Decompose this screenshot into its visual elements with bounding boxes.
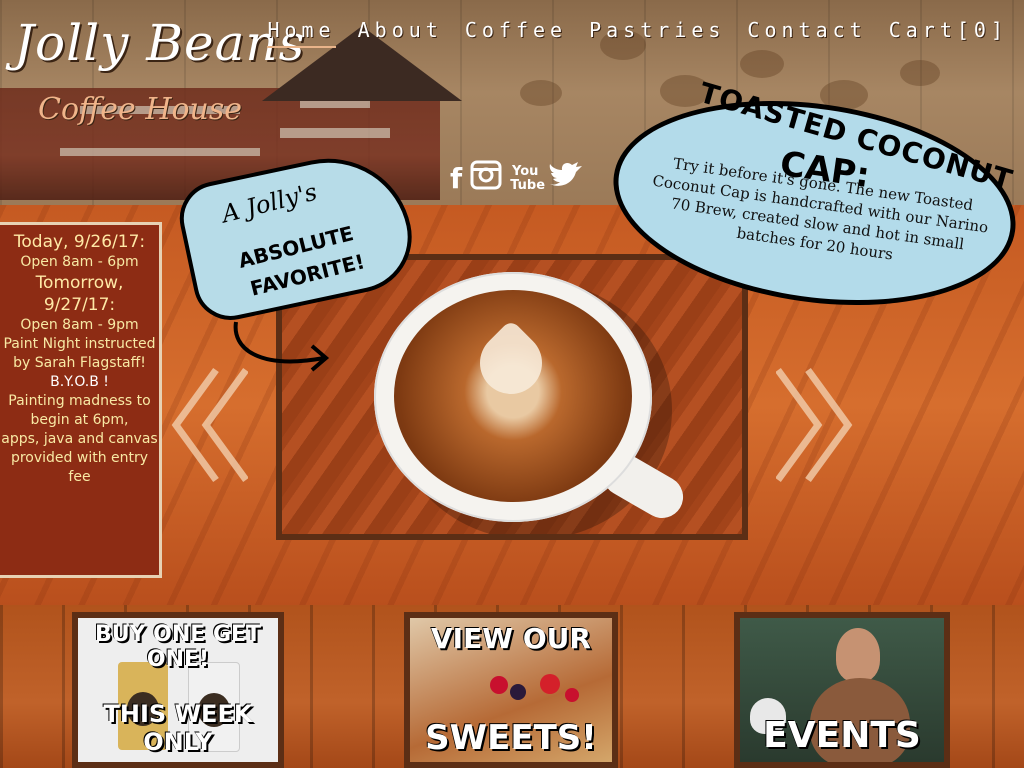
facebook-icon[interactable]: f <box>450 162 462 195</box>
social-links: f You Tube <box>450 160 584 197</box>
carousel-next-button[interactable] <box>775 360 856 490</box>
coffee-bean-decoration <box>740 50 784 78</box>
chevron-right-icon <box>775 367 853 483</box>
nav-home[interactable]: Home <box>267 18 336 48</box>
coffee-bean-decoration <box>900 60 940 86</box>
carousel-prev-button[interactable] <box>168 360 249 490</box>
promo-events-tile[interactable]: EVENTS <box>734 612 950 768</box>
brand-logo-subtitle: Coffee House <box>38 92 243 127</box>
event-line: by Sarah Flagstaff! <box>13 355 146 371</box>
main-nav: Home About Coffee Pastries Contact Cart[… <box>267 18 1008 48</box>
nav-cart[interactable]: Cart[0] <box>889 18 1008 48</box>
today-hours: Open 8am - 6pm <box>20 254 139 270</box>
featured-drink-bubble[interactable]: TOASTED COCONUT CAP: Try it before it's … <box>600 76 1024 330</box>
twitter-icon[interactable] <box>548 160 584 197</box>
event-detail: apps, java and canvas <box>1 431 158 447</box>
byob-text: B.Y.O.B ! <box>50 374 109 390</box>
nav-coffee[interactable]: Coffee <box>465 18 567 48</box>
promo-bogo-tile[interactable]: BUY ONE GET ONE! THIS WEEK ONLY <box>72 612 284 768</box>
favorite-speech-bubble: A Jolly's ABSOLUTE FAVORITE! <box>172 143 423 335</box>
tomorrow-label: Tomorrow, 9/27/17: <box>35 273 124 315</box>
tomorrow-hours: Open 8am - 9pm <box>20 317 139 333</box>
coffee-bean-decoration <box>520 80 562 106</box>
brand-logo-title[interactable]: Jolly Beans <box>14 14 305 72</box>
event-line: Paint Night instructed <box>3 336 156 352</box>
event-detail: begin at 6pm, <box>30 412 129 428</box>
instagram-icon[interactable] <box>470 160 502 197</box>
event-detail: fee <box>68 469 91 485</box>
events-label: EVENTS <box>763 715 921 756</box>
nav-contact[interactable]: Contact <box>747 18 866 48</box>
youtube-icon[interactable]: You Tube <box>510 164 545 193</box>
hours-panel: Today, 9/26/17: Open 8am - 6pm Tomorrow,… <box>0 222 162 578</box>
event-detail: Painting madness to <box>8 393 151 409</box>
performer-image <box>836 628 880 682</box>
sweets-label: VIEW OUR <box>431 622 591 655</box>
bogo-label: BUY ONE GET ONE! <box>94 622 262 672</box>
speech-bubble-arrow-icon <box>233 321 330 372</box>
today-label: Today, 9/26/17: <box>13 232 146 252</box>
sweets-title: SWEETS! <box>425 718 597 758</box>
promo-sweets-tile[interactable]: VIEW OUR SWEETS! <box>404 612 618 768</box>
nav-pastries[interactable]: Pastries <box>589 18 725 48</box>
event-detail: provided with entry <box>10 450 149 466</box>
nav-about[interactable]: About <box>358 18 443 48</box>
latte-art <box>394 290 632 502</box>
chevron-left-icon <box>171 367 249 483</box>
bogo-subtitle: THIS WEEK ONLY <box>103 700 253 756</box>
